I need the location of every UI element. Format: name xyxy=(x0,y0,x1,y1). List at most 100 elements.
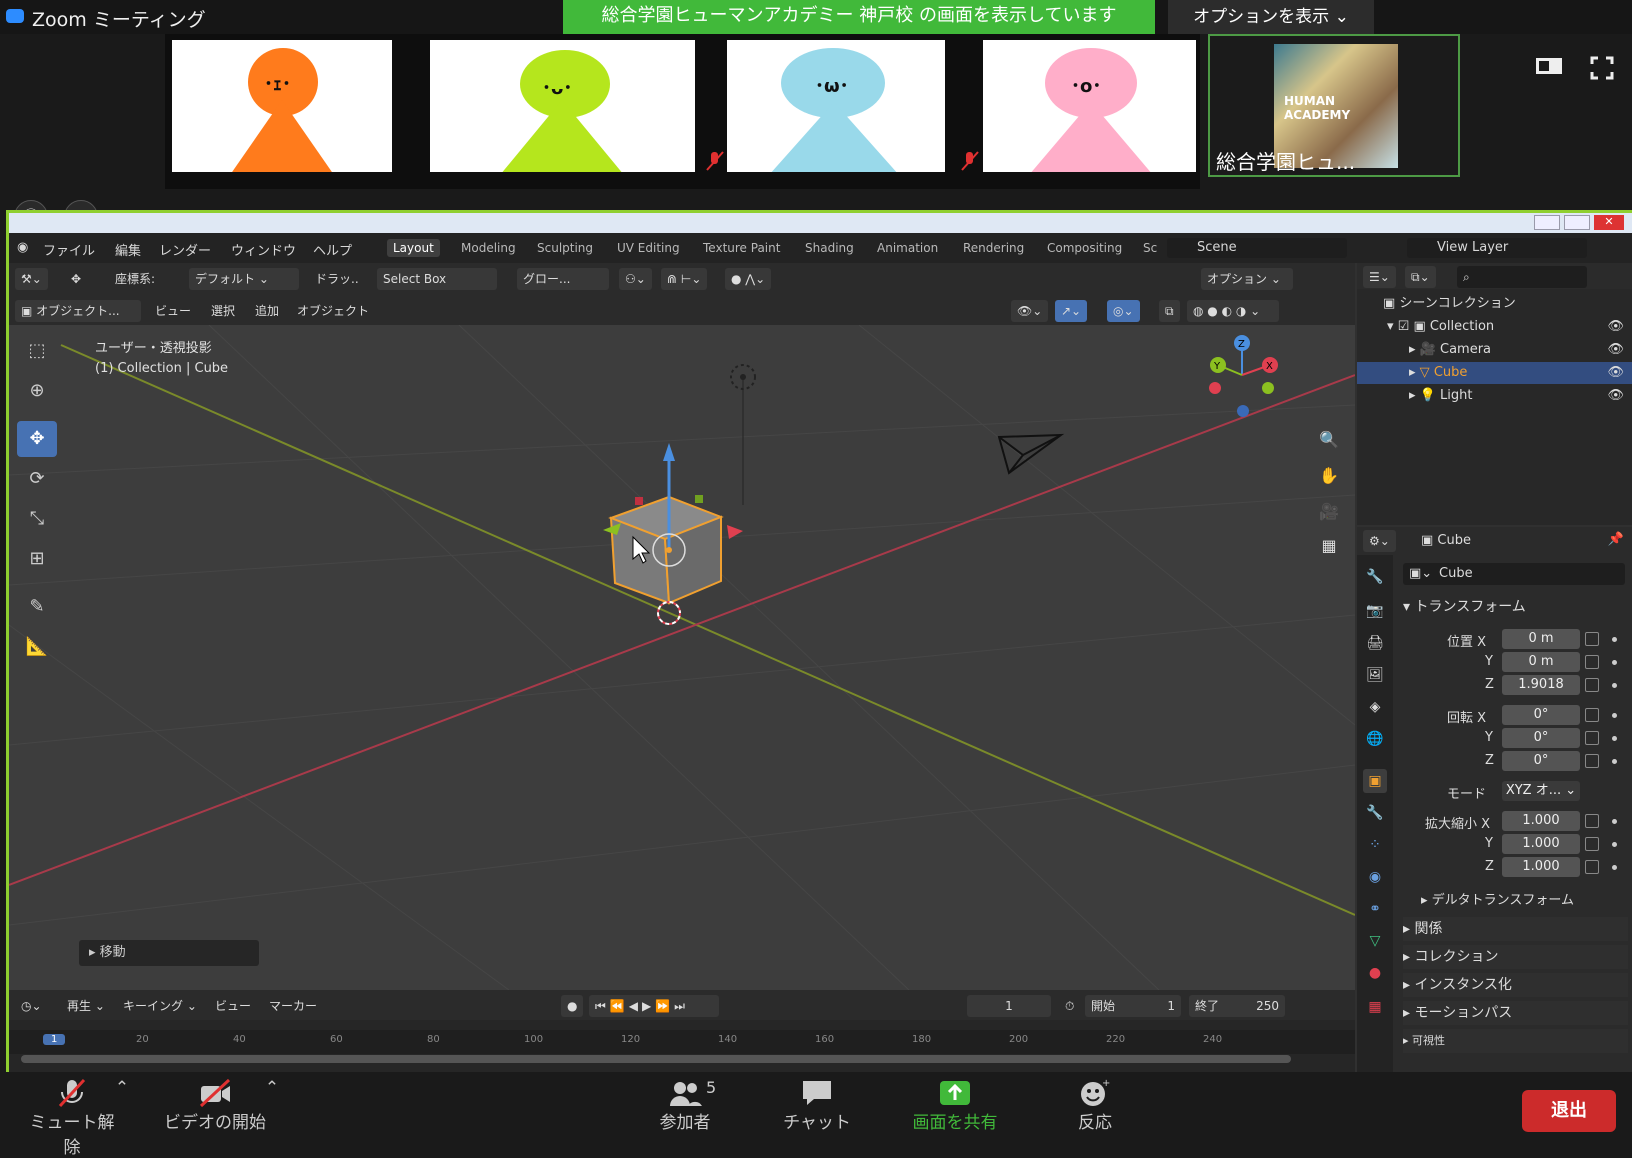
constraints-tab-icon[interactable]: ⚭ xyxy=(1363,897,1387,921)
lock-icon[interactable] xyxy=(1585,754,1599,768)
keyframe-dot-icon[interactable] xyxy=(1612,736,1617,741)
menu-render[interactable]: レンダー xyxy=(159,240,211,259)
xray-icon[interactable]: ⧉ xyxy=(1159,300,1180,322)
lock-icon[interactable] xyxy=(1585,814,1599,828)
timeline-ruler[interactable]: 1 20 40 60 80 100 120 140 160 180 200 220 240 xyxy=(9,1030,1355,1054)
menu-help[interactable]: ヘルプ xyxy=(313,240,352,259)
modifier-tab-icon[interactable]: 🔧 xyxy=(1363,801,1387,825)
menu-edit[interactable]: 編集 xyxy=(115,240,141,259)
cursor-tool-icon[interactable]: ⊕ xyxy=(17,373,57,409)
lock-icon[interactable] xyxy=(1585,860,1599,874)
keyframe-dot-icon[interactable] xyxy=(1612,637,1617,642)
particles-tab-icon[interactable]: ⁘ xyxy=(1363,833,1387,857)
tab-shading[interactable]: Shading xyxy=(799,239,860,257)
render-tab-icon[interactable]: 📷 xyxy=(1363,599,1387,623)
rotation-y-field[interactable]: 0° xyxy=(1502,728,1580,748)
keyframe-dot-icon[interactable] xyxy=(1612,683,1617,688)
relations-section[interactable]: ▸ 関係 xyxy=(1403,917,1628,941)
playback-menu[interactable]: 再生 ⌄ xyxy=(61,995,111,1017)
menu-select[interactable]: 選択 xyxy=(205,300,241,322)
properties-editor-icon[interactable]: ⚙⌄ xyxy=(1363,530,1396,552)
layout-view-icon[interactable] xyxy=(1536,56,1562,76)
tab-modeling[interactable]: Modeling xyxy=(455,239,522,257)
clock-icon[interactable]: ⏱ xyxy=(1059,995,1080,1017)
outliner-search-icon[interactable]: ⌕ xyxy=(1457,266,1587,288)
audio-options-icon[interactable]: ⌃ xyxy=(112,1078,132,1098)
end-frame-field[interactable]: 終了 250 xyxy=(1189,995,1285,1017)
keyframe-dot-icon[interactable] xyxy=(1612,759,1617,764)
location-x-field[interactable]: 0 m xyxy=(1502,629,1580,649)
participant-tile-4[interactable]: ･o･ xyxy=(983,40,1196,172)
scale-x-field[interactable]: 1.000 xyxy=(1502,811,1580,831)
object-name-field[interactable]: ▣⌄ Cube xyxy=(1403,563,1625,585)
overlay-icon[interactable]: ◎⌄ xyxy=(1107,300,1140,322)
menu-add[interactable]: 追加 xyxy=(249,300,285,322)
delta-transform-section[interactable]: ▸ デルタトランスフォーム xyxy=(1421,889,1632,913)
view-options-button[interactable]: オプションを表示 ⌄ xyxy=(1168,0,1374,34)
record-icon[interactable]: ● xyxy=(561,995,584,1017)
tool-tab-icon[interactable]: 🔧 xyxy=(1363,565,1387,589)
collections-section[interactable]: ▸ コレクション xyxy=(1403,945,1628,969)
outliner-item-camera[interactable]: ▸ 🎥 Camera 👁 xyxy=(1357,339,1632,361)
motion-paths-section[interactable]: ▸ モーションパス xyxy=(1403,1001,1628,1025)
leave-meeting-button[interactable]: 退出 xyxy=(1522,1090,1616,1132)
annotate-tool-icon[interactable]: ✎ xyxy=(17,589,57,625)
minimize-icon[interactable] xyxy=(1534,215,1560,230)
keyframe-dot-icon[interactable] xyxy=(1612,819,1617,824)
keyframe-dot-icon[interactable] xyxy=(1612,842,1617,847)
scale-tool-icon[interactable]: ⤡ xyxy=(17,501,57,537)
marker-menu[interactable]: マーカー xyxy=(263,995,323,1017)
unmute-button[interactable]: ミュート解除 xyxy=(22,1078,122,1158)
fullscreen-icon[interactable] xyxy=(1590,56,1614,80)
data-tab-icon[interactable]: ▽ xyxy=(1363,929,1387,953)
lock-icon[interactable] xyxy=(1585,731,1599,745)
rotate-tool-icon[interactable]: ⟳ xyxy=(17,461,57,497)
shading-mode-icon[interactable]: ◍ ● ◐ ◑ ⌄ xyxy=(1187,300,1279,322)
scene-selector[interactable]: Scene xyxy=(1167,238,1347,258)
orientation-dropdown[interactable]: デフォルト ⌄ xyxy=(189,268,299,290)
scene-tab-icon[interactable]: ◈ xyxy=(1363,695,1387,719)
pan-view-icon[interactable]: ✋ xyxy=(1314,461,1344,491)
pin-icon[interactable]: 📌 xyxy=(1608,532,1624,547)
keyframe-dot-icon[interactable] xyxy=(1612,660,1617,665)
timeline-editor-icon[interactable]: ◷⌄ xyxy=(15,995,48,1017)
lock-icon[interactable] xyxy=(1585,632,1599,646)
scale-z-field[interactable]: 1.000 xyxy=(1502,857,1580,877)
location-z-field[interactable]: 1.9018 xyxy=(1502,675,1580,695)
tab-compositing[interactable]: Compositing xyxy=(1041,239,1128,257)
select-box-dropdown[interactable]: Select Box xyxy=(377,268,497,290)
world-tab-icon[interactable]: 🌐 xyxy=(1363,727,1387,751)
pivot-icon[interactable]: ⚇⌄ xyxy=(619,268,652,290)
participant-tile-2[interactable]: ･ᴗ･ xyxy=(430,40,695,172)
material-tab-icon[interactable]: ● xyxy=(1363,961,1387,985)
filter-icon[interactable]: ⧉⌄ xyxy=(1405,266,1436,288)
lock-icon[interactable] xyxy=(1585,678,1599,692)
physics-tab-icon[interactable]: ◉ xyxy=(1363,865,1387,889)
chat-button[interactable]: チャット xyxy=(772,1078,862,1133)
participants-button[interactable]: 5 参加者 xyxy=(640,1078,730,1133)
outliner-item-light[interactable]: ▸ 💡 Light 👁 xyxy=(1357,385,1632,407)
global-dropdown[interactable]: グロー... xyxy=(517,268,609,290)
rotation-mode-dropdown[interactable]: XYZ オ... ⌄ xyxy=(1502,781,1580,801)
visibility-section[interactable]: ▸ 可視性 xyxy=(1403,1029,1628,1053)
options-dropdown[interactable]: オプション ⌄ xyxy=(1201,268,1293,290)
zoom-view-icon[interactable]: 🔍 xyxy=(1314,425,1344,455)
eye-icon[interactable]: 👁 xyxy=(1607,339,1624,361)
participant-tile-1[interactable]: ･ｪ･ xyxy=(172,40,392,172)
3d-viewport[interactable]: Z X Y ⬚ ⊕ ✥ ⟳ ⤡ ⊞ ✎ 📐 ユーザー・透視投影 (1) Coll… xyxy=(9,325,1355,990)
outliner-item-cube[interactable]: ▸ ▽ Cube 👁 xyxy=(1357,362,1632,384)
view-layer-selector[interactable]: View Layer xyxy=(1407,238,1587,258)
display-mode-icon[interactable]: ☰⌄ xyxy=(1363,266,1396,288)
tab-uv-editing[interactable]: UV Editing xyxy=(611,239,686,257)
mode-dropdown[interactable]: ▣ オブジェクト... xyxy=(15,300,141,322)
scale-y-field[interactable]: 1.000 xyxy=(1502,834,1580,854)
visibility-icon[interactable]: 👁⌄ xyxy=(1011,300,1049,322)
last-operation-panel[interactable]: ▸ 移動 xyxy=(79,940,259,966)
keyframe-dot-icon[interactable] xyxy=(1612,865,1617,870)
playback-controls[interactable]: ⏮⏪◀▶⏩⏭ xyxy=(589,995,719,1017)
tab-sculpting[interactable]: Sculpting xyxy=(531,239,599,257)
select-tool-icon[interactable]: ⬚ xyxy=(17,333,57,369)
menu-view[interactable]: ビュー xyxy=(149,300,197,322)
keying-menu[interactable]: キーイング ⌄ xyxy=(117,995,203,1017)
location-y-field[interactable]: 0 m xyxy=(1502,652,1580,672)
